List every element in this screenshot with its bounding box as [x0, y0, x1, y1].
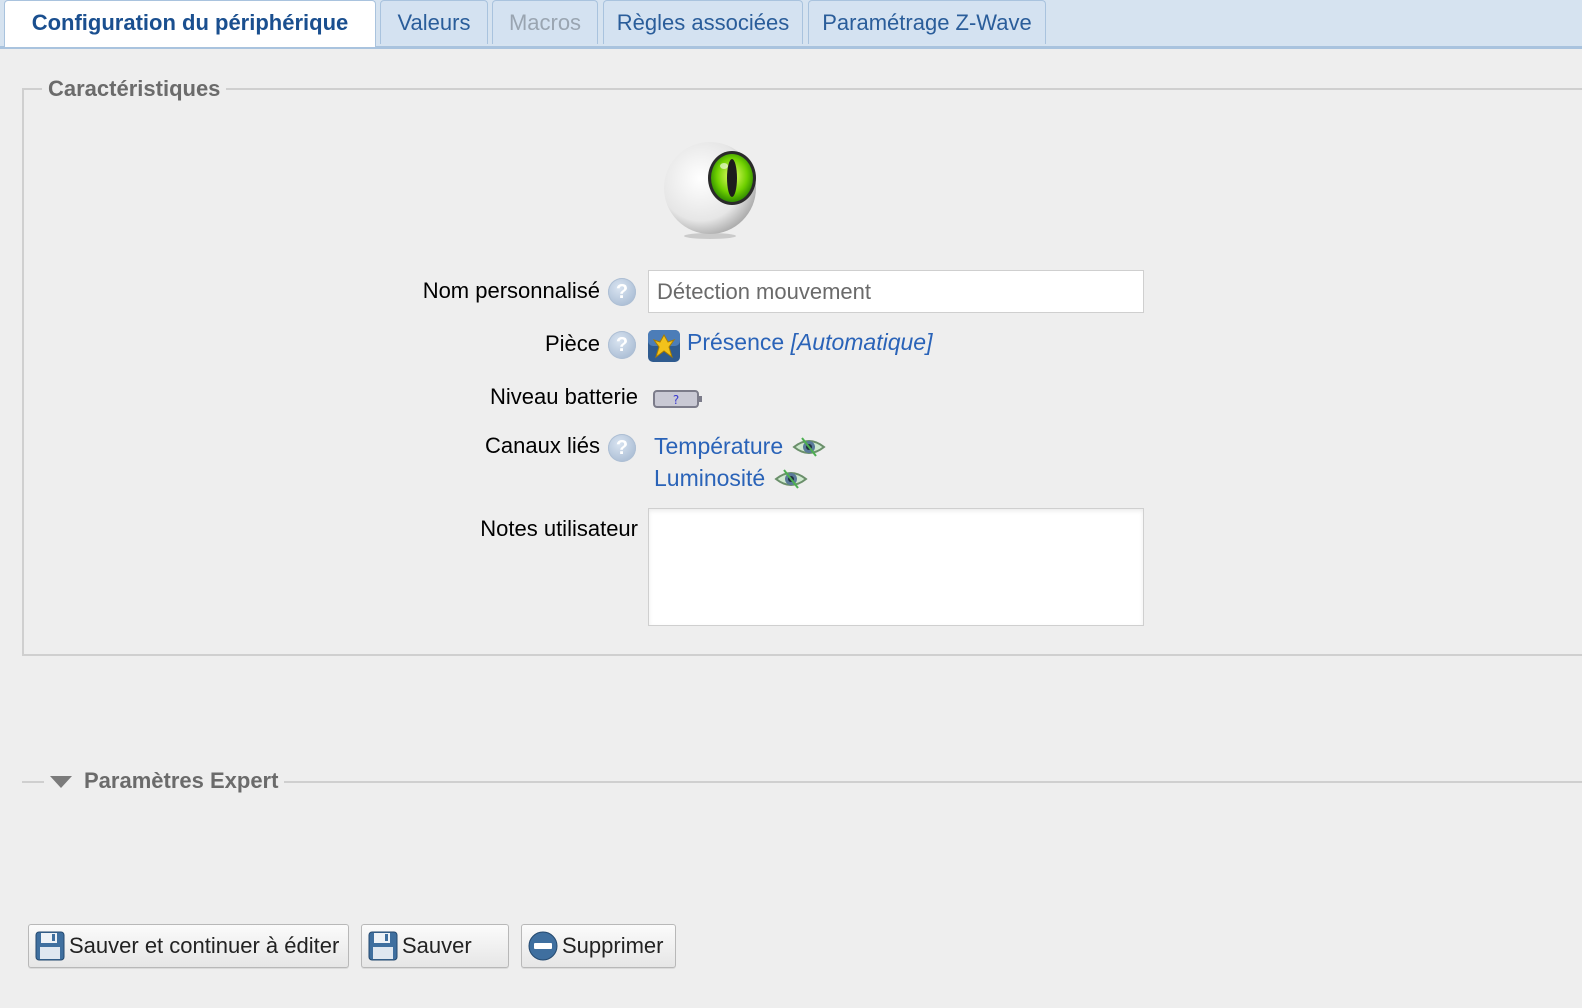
user-notes-label: Notes utilisateur: [480, 516, 638, 541]
characteristics-legend: Caractéristiques: [42, 76, 227, 102]
room-label: Pièce: [544, 331, 600, 356]
room-link[interactable]: Présence [Automatique]: [687, 329, 932, 356]
linked-channels-label: Canaux liés: [485, 433, 600, 458]
help-icon[interactable]: ?: [608, 331, 636, 359]
tab-values[interactable]: Valeurs: [380, 0, 488, 44]
battery-label: Niveau batterie: [490, 384, 638, 409]
save-button[interactable]: Sauver: [361, 924, 509, 968]
expert-parameters-toggle[interactable]: Paramètres Expert: [44, 768, 285, 794]
save-and-continue-button[interactable]: Sauver et continuer à éditer: [28, 924, 349, 968]
help-icon[interactable]: ?: [608, 278, 636, 306]
tab-macros[interactable]: Macros: [492, 0, 598, 44]
motion-sensor-eye-icon: [664, 142, 756, 239]
floppy-disk-icon: [368, 931, 398, 961]
battery-icon: ?: [653, 390, 702, 408]
help-icon[interactable]: ?: [608, 434, 636, 462]
user-notes-textarea[interactable]: [648, 508, 1144, 626]
channel-link-luminosity[interactable]: Luminosité: [654, 465, 765, 492]
room-mode: [Automatique]: [790, 329, 933, 355]
eye-icon[interactable]: [792, 434, 826, 460]
tab-device-configuration[interactable]: Configuration du périphérique: [4, 0, 376, 47]
save-label: Sauver: [402, 933, 472, 958]
presence-room-icon: [648, 330, 680, 362]
battery-level: ?: [673, 393, 679, 407]
delete-button[interactable]: Supprimer: [521, 924, 676, 968]
minus-circle-icon: [528, 931, 558, 961]
triangle-down-icon: [50, 776, 72, 789]
eye-icon[interactable]: [774, 466, 808, 492]
room-name: Présence: [687, 329, 785, 355]
tab-associated-rules[interactable]: Règles associées: [603, 0, 803, 44]
channel-link-temperature[interactable]: Température: [654, 433, 783, 460]
custom-name-input[interactable]: Détection mouvement: [648, 270, 1144, 313]
custom-name-label: Nom personnalisé: [422, 278, 600, 303]
floppy-disk-icon: [35, 931, 65, 961]
expert-parameters-label: Paramètres Expert: [84, 768, 279, 793]
save-and-continue-label: Sauver et continuer à éditer: [69, 933, 340, 958]
delete-label: Supprimer: [562, 933, 664, 958]
tab-zwave-settings[interactable]: Paramétrage Z-Wave: [808, 0, 1046, 44]
tab-bar: Configuration du périphérique Valeurs Ma…: [0, 0, 1582, 49]
